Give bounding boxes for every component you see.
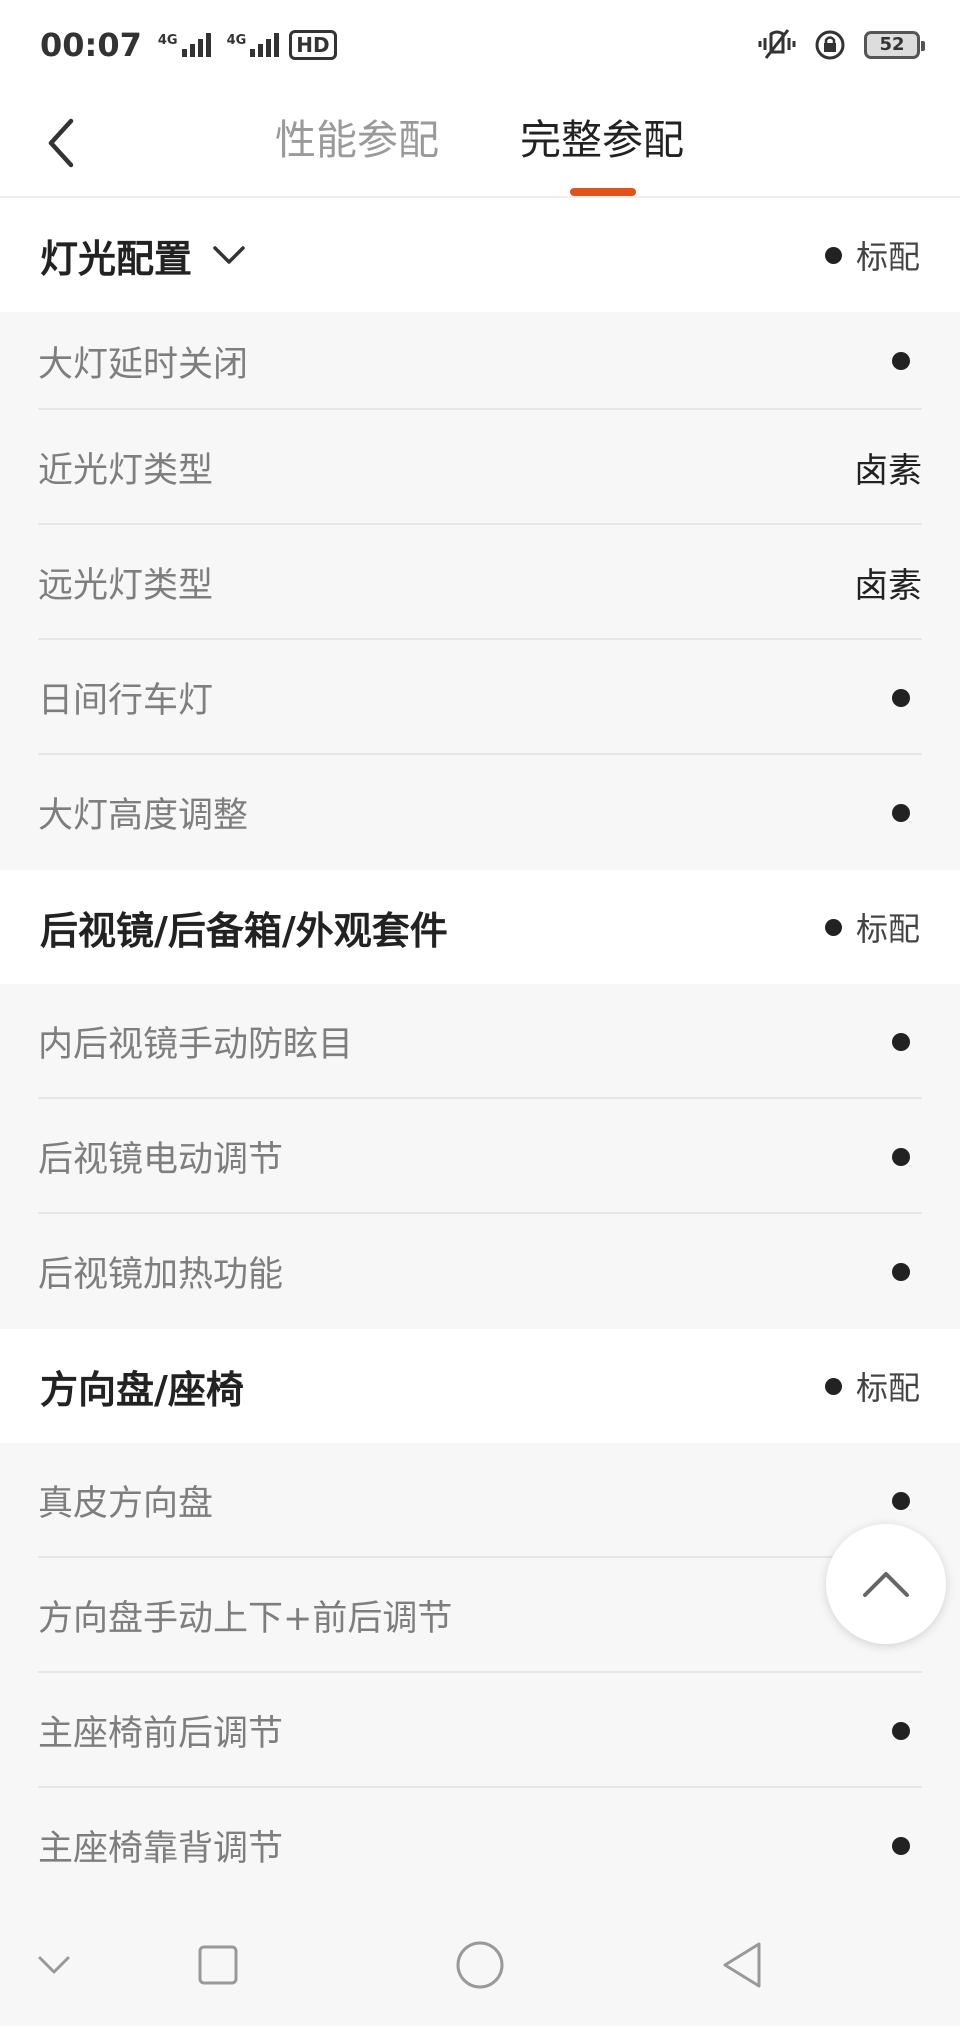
table-row: 大灯高度调整 (0, 755, 960, 870)
row-value: 卤素 (854, 566, 922, 606)
row-label: 真皮方向盘 (38, 1484, 214, 1524)
nav-back-button[interactable] (712, 1935, 772, 1995)
vibrate-icon (758, 29, 796, 59)
status-left: 00:07 4G 4G HD (40, 26, 337, 64)
signal-bars-icon-2 (250, 33, 280, 57)
table-row: 日间行车灯 (0, 640, 960, 755)
row-value: 卤素 (854, 451, 922, 491)
table-row: 后视镜电动调节 (0, 1099, 960, 1214)
status-time: 00:07 (40, 26, 142, 64)
row-label: 主座椅前后调节 (38, 1714, 284, 1754)
network-type-label: 4G (157, 33, 178, 48)
config-list: 灯光配置 标配 大灯延时关闭 近光灯类型 卤素 远光灯类型 卤素 日间行车灯 大… (0, 198, 960, 1903)
hd-voice-icon: HD (289, 30, 337, 60)
section-header-steering-seats[interactable]: 方向盘/座椅 标配 (0, 1329, 960, 1443)
table-row: 近光灯类型 卤素 (0, 410, 960, 525)
row-label: 大灯延时关闭 (38, 344, 249, 385)
row-label: 近光灯类型 (38, 451, 214, 491)
standard-dot-icon (824, 1377, 842, 1395)
table-row: 主座椅前后调节 (0, 1673, 960, 1788)
chevron-left-icon (48, 118, 74, 168)
square-icon (198, 1945, 238, 1985)
standard-dot-icon (824, 246, 842, 264)
row-label: 后视镜电动调节 (38, 1140, 284, 1180)
standard-dot-icon (892, 1262, 910, 1281)
nav-collapse-button[interactable] (24, 1935, 84, 1995)
triangle-back-icon (723, 1942, 761, 1988)
table-row: 主座椅靠背调节 (0, 1788, 960, 1903)
section-title: 灯光配置 (40, 236, 193, 281)
back-button[interactable] (30, 108, 90, 178)
nav-recents-button[interactable] (188, 1935, 248, 1995)
chevron-down-icon[interactable] (212, 244, 246, 266)
row-label: 大灯高度调整 (38, 796, 249, 836)
standard-dot-icon (892, 1721, 910, 1740)
battery-icon: 52 (864, 31, 925, 59)
scroll-to-top-button[interactable] (826, 1524, 946, 1644)
standard-dot-icon (892, 352, 910, 370)
row-label: 日间行车灯 (38, 681, 214, 721)
tab-performance-config[interactable]: 性能参配 (275, 110, 439, 170)
status-bar: 00:07 4G 4G HD 52 (0, 0, 960, 90)
section-title-wrap: 灯光配置 (40, 228, 246, 283)
chevron-up-icon (863, 1572, 909, 1597)
table-row: 大灯延时关闭 (0, 312, 960, 410)
standard-dot-icon (892, 1836, 910, 1855)
standard-dot-icon (892, 1491, 910, 1510)
circle-icon (456, 1941, 504, 1989)
section-header-lighting[interactable]: 灯光配置 标配 (0, 198, 960, 312)
legend-label: 标配 (855, 1369, 920, 1407)
legend-label: 标配 (855, 910, 920, 948)
standard-dot-icon (892, 803, 910, 822)
table-row: 真皮方向盘 (0, 1443, 960, 1558)
active-tab-indicator (570, 188, 636, 196)
section-title: 后视镜/后备箱/外观套件 (40, 908, 448, 953)
standard-dot-icon (892, 688, 910, 707)
system-nav-bar (0, 1905, 960, 2026)
section-header-mirrors[interactable]: 后视镜/后备箱/外观套件 标配 (0, 870, 960, 984)
standard-dot-icon (892, 1147, 910, 1166)
legend-label: 标配 (855, 238, 920, 276)
signal-icon-2: 4G (227, 33, 280, 57)
row-label: 方向盘手动上下+前后调节 (38, 1599, 453, 1639)
network-type-label-2: 4G (226, 33, 247, 48)
table-row: 后视镜加热功能 (0, 1214, 960, 1329)
top-header: 性能参配 完整参配 (0, 90, 960, 198)
standard-legend: 标配 (824, 904, 920, 950)
chevron-down-icon (38, 1956, 70, 1974)
row-label: 主座椅靠背调节 (38, 1829, 284, 1869)
section-title: 方向盘/座椅 (40, 1367, 244, 1412)
table-row: 内后视镜手动防眩目 (0, 984, 960, 1099)
status-right: 52 (758, 28, 925, 62)
section-title-wrap: 方向盘/座椅 (40, 1359, 244, 1414)
signal-bars-icon (181, 33, 211, 57)
table-row: 远光灯类型 卤素 (0, 525, 960, 640)
row-label: 内后视镜手动防眩目 (38, 1025, 354, 1065)
row-label: 远光灯类型 (38, 566, 214, 606)
signal-icon: 4G (158, 33, 211, 57)
standard-dot-icon (892, 1032, 910, 1051)
standard-legend: 标配 (824, 232, 920, 278)
standard-dot-icon (824, 918, 842, 936)
tab-full-config[interactable]: 完整参配 (520, 110, 684, 170)
rotation-lock-icon (815, 30, 845, 60)
standard-legend: 标配 (824, 1363, 920, 1409)
section-title-wrap: 后视镜/后备箱/外观套件 (40, 900, 448, 955)
nav-home-button[interactable] (450, 1935, 510, 1995)
table-row: 方向盘手动上下+前后调节 (0, 1558, 960, 1673)
row-label: 后视镜加热功能 (38, 1255, 284, 1295)
